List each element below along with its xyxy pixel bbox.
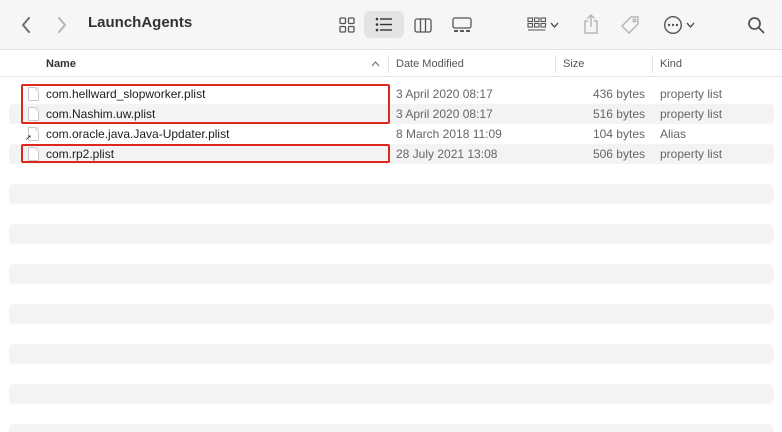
- file-size: 506 bytes: [592, 147, 645, 161]
- grid-view-icon: [339, 17, 355, 33]
- column-name-header[interactable]: Name: [46, 58, 76, 70]
- column-kind-header[interactable]: Kind: [660, 58, 682, 70]
- window-title: LaunchAgents: [88, 14, 193, 31]
- tag-button[interactable]: [618, 13, 642, 37]
- search-icon: [748, 17, 765, 34]
- chevron-left-icon: [22, 17, 30, 33]
- empty-row: [9, 304, 774, 324]
- file-kind: property list: [660, 87, 723, 101]
- group-by-icon: [527, 17, 547, 31]
- list-view-icon: [375, 17, 392, 32]
- finder-toolbar: LaunchAgents: [0, 0, 782, 50]
- column-date-header[interactable]: Date Modified: [396, 58, 464, 70]
- list-view-button[interactable]: [364, 11, 404, 38]
- file-size: 436 bytes: [592, 87, 645, 101]
- more-actions-button[interactable]: [660, 13, 698, 37]
- icon-view-button[interactable]: [336, 14, 358, 36]
- highlight-box-rp2: [21, 144, 390, 163]
- highlight-box-launch-agents: [21, 84, 390, 124]
- ellipsis-circle-icon: [663, 15, 683, 35]
- file-row[interactable]: ➚ com.oracle.java.Java-Updater.plist 8 M…: [9, 124, 774, 144]
- empty-row: [9, 184, 774, 204]
- empty-row: [9, 264, 774, 284]
- column-size-header[interactable]: Size: [563, 58, 584, 70]
- file-date: 3 April 2020 08:17: [396, 107, 493, 121]
- file-date: 8 March 2018 11:09: [396, 127, 502, 141]
- forward-button[interactable]: [52, 14, 72, 36]
- alias-arrow-icon: ➚: [25, 133, 32, 142]
- tag-icon: [621, 16, 639, 34]
- column-divider[interactable]: [388, 55, 389, 73]
- empty-row: [9, 384, 774, 404]
- empty-row: [9, 224, 774, 244]
- file-name: com.oracle.java.Java-Updater.plist: [46, 127, 230, 141]
- file-size: 104 bytes: [592, 127, 645, 141]
- file-size: 516 bytes: [592, 107, 645, 121]
- file-kind: property list: [660, 147, 723, 161]
- column-view-button[interactable]: [412, 14, 434, 36]
- file-kind: Alias: [660, 127, 687, 141]
- back-button[interactable]: [16, 14, 36, 36]
- group-by-button[interactable]: [524, 14, 562, 36]
- sort-ascending-icon[interactable]: [371, 61, 380, 67]
- gallery-view-button[interactable]: [450, 14, 474, 36]
- share-button[interactable]: [580, 12, 602, 36]
- column-divider[interactable]: [652, 55, 653, 73]
- file-kind: property list: [660, 107, 723, 121]
- chevron-down-icon: [686, 22, 695, 28]
- file-date: 3 April 2020 08:17: [396, 87, 493, 101]
- gallery-view-icon: [452, 17, 472, 32]
- search-button[interactable]: [744, 13, 768, 37]
- share-icon: [584, 14, 598, 34]
- column-header: Name Date Modified Size Kind: [0, 51, 782, 77]
- empty-row: [9, 424, 774, 432]
- column-view-icon: [414, 17, 432, 33]
- chevron-right-icon: [58, 17, 66, 33]
- column-divider[interactable]: [555, 55, 556, 73]
- empty-row: [9, 344, 774, 364]
- file-date: 28 July 2021 13:08: [396, 147, 498, 161]
- chevron-down-icon: [550, 22, 559, 28]
